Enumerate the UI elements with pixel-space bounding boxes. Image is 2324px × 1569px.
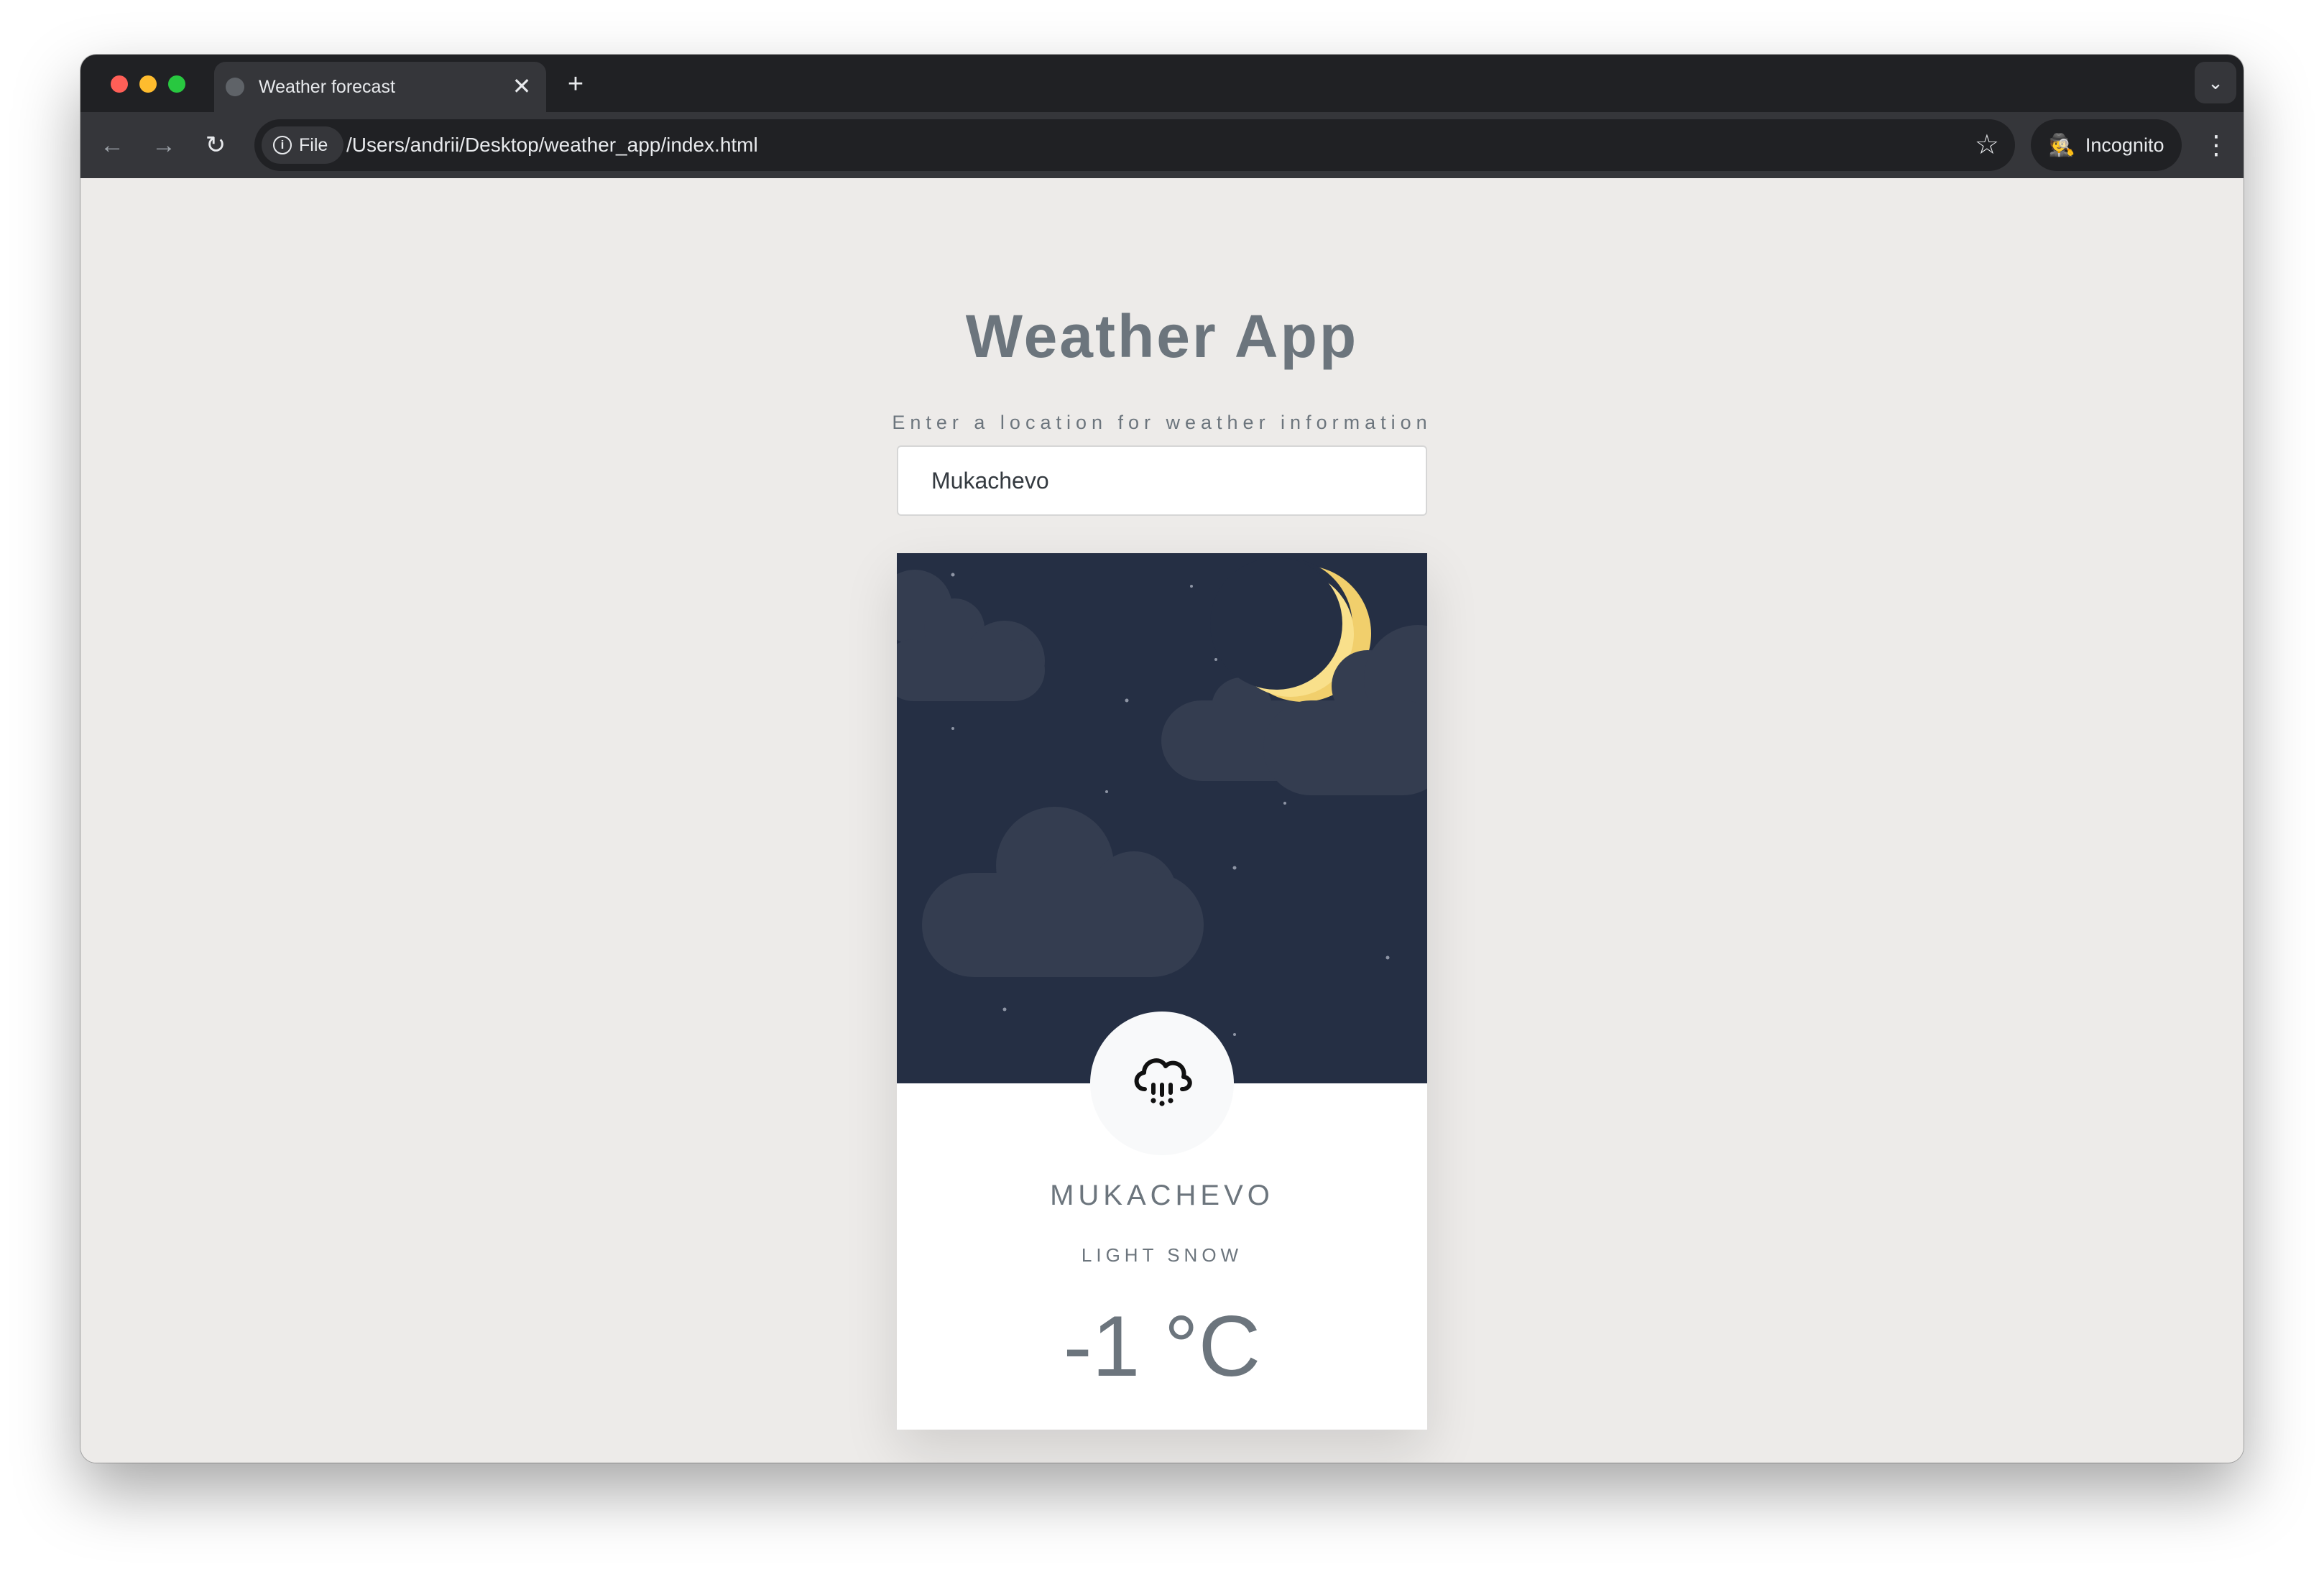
- page-title: Weather App: [965, 302, 1359, 370]
- browser-menu-icon[interactable]: ⋮: [2203, 128, 2229, 162]
- location-search-input[interactable]: [897, 445, 1427, 516]
- browser-toolbar: ← → ↻ i File /Users/andrii/Desktop/weath…: [80, 112, 2244, 178]
- temperature: -1 °C: [1063, 1298, 1261, 1394]
- incognito-button[interactable]: 🕵 Incognito: [2031, 119, 2182, 171]
- search-label: Enter a location for weather information: [892, 412, 1432, 433]
- tab-search-dropdown-icon[interactable]: ⌄: [2195, 62, 2236, 103]
- new-tab-button[interactable]: +: [559, 68, 592, 101]
- reload-icon[interactable]: ↻: [198, 128, 233, 162]
- bookmark-star-icon[interactable]: ☆: [1975, 129, 1999, 161]
- close-tab-icon[interactable]: ✕: [507, 72, 536, 101]
- site-info-chip[interactable]: i File: [262, 126, 344, 164]
- tab-title: Weather forecast: [259, 77, 395, 97]
- globe-icon: [226, 78, 244, 96]
- tab-weather-forecast[interactable]: Weather forecast ✕: [214, 62, 546, 112]
- browser-window: Weather forecast ✕ + ⌄ ← → ↻ i File /Use…: [80, 55, 2244, 1463]
- snow-cloud-icon: [1134, 1058, 1192, 1106]
- forward-arrow-icon[interactable]: →: [147, 128, 181, 162]
- close-window-button[interactable]: [111, 75, 128, 93]
- url-text[interactable]: /Users/andrii/Desktop/weather_app/index.…: [346, 132, 758, 158]
- weather-condition: LIGHT SNOW: [1081, 1244, 1243, 1266]
- back-arrow-icon[interactable]: ←: [95, 128, 129, 162]
- maximize-window-button[interactable]: [168, 75, 185, 93]
- incognito-label: Incognito: [2085, 134, 2164, 156]
- minimize-window-button[interactable]: [139, 75, 157, 93]
- city-name: MUKACHEVO: [1050, 1180, 1274, 1211]
- weather-card: MUKACHEVO LIGHT SNOW -1 °C: [897, 553, 1427, 1430]
- file-chip-label: File: [299, 134, 328, 155]
- incognito-icon: 🕵: [2048, 133, 2075, 157]
- tab-bar: Weather forecast ✕ + ⌄: [80, 55, 2244, 112]
- address-bar[interactable]: i File /Users/andrii/Desktop/weather_app…: [254, 119, 2015, 171]
- page-content: Weather App Enter a location for weather…: [80, 178, 2244, 1463]
- info-icon: i: [273, 136, 292, 154]
- night-sky-illustration: [897, 553, 1427, 1083]
- weather-icon-container: [1090, 1012, 1234, 1155]
